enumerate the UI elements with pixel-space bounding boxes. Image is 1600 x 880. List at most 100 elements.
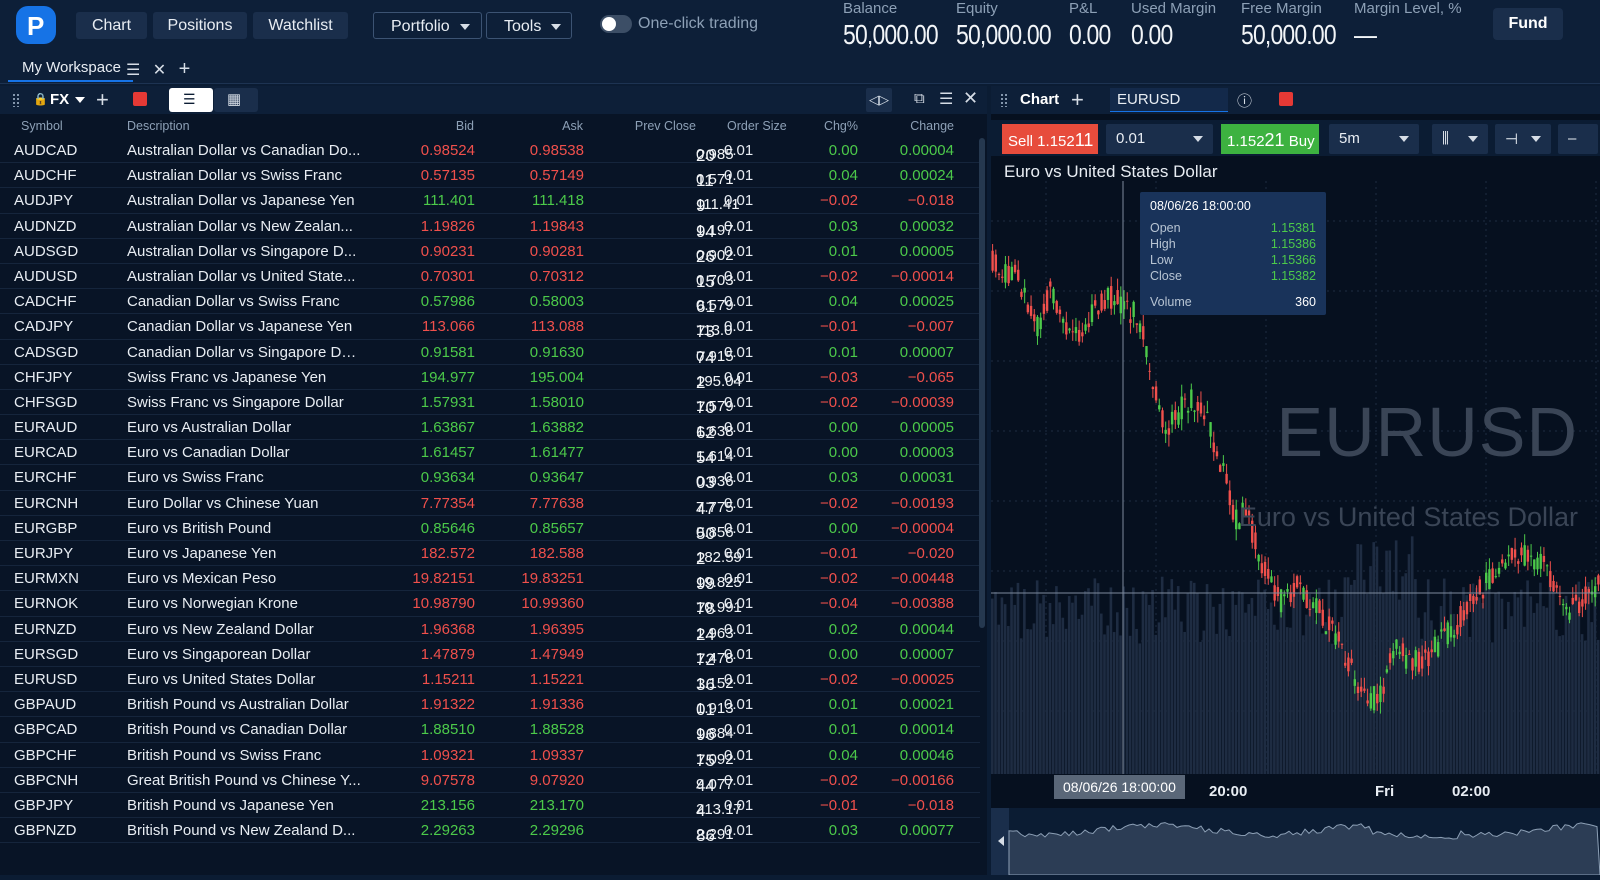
row-order-size[interactable]: 0.01 <box>724 621 753 638</box>
row-ask[interactable]: 9.07920 <box>530 772 584 789</box>
row-order-size[interactable]: 0.01 <box>724 671 753 688</box>
row-bid[interactable]: 0.90231 <box>421 243 475 260</box>
indicators-select[interactable]: ⊣ <box>1495 124 1551 154</box>
row-order-size[interactable]: 0.01 <box>724 344 753 361</box>
row-order-size[interactable]: 0.01 <box>724 394 753 411</box>
group-selector[interactable]: FX <box>50 91 86 108</box>
table-row[interactable]: GBPNZD British Pound vs New Zealand D... 2… <box>0 818 980 845</box>
info-icon[interactable]: ⓘ <box>1237 90 1252 111</box>
row-bid[interactable]: 1.61457 <box>421 444 475 461</box>
row-order-size[interactable]: 0.01 <box>724 192 753 209</box>
row-order-size[interactable]: 0.01 <box>724 167 753 184</box>
lock-icon[interactable]: 🔒 <box>33 92 48 106</box>
row-ask[interactable]: 213.170 <box>530 797 584 814</box>
row-bid[interactable]: 0.98524 <box>421 142 475 159</box>
row-bid[interactable]: 1.63867 <box>421 419 475 436</box>
row-ask[interactable]: 1.19843 <box>530 218 584 235</box>
row-ask[interactable]: 0.70312 <box>530 268 584 285</box>
col-ask[interactable]: Ask <box>562 119 583 133</box>
row-ask[interactable]: 182.588 <box>530 545 584 562</box>
nav-positions-button[interactable]: Positions <box>153 12 247 39</box>
table-row[interactable]: GBPAUD British Pound vs Australian Dollar… <box>0 692 980 719</box>
row-bid[interactable]: 1.15211 <box>422 671 475 688</box>
row-order-size[interactable]: 0.01 <box>724 595 753 612</box>
table-row[interactable]: EURCHF Euro vs Swiss Franc 0.93634 0.93647 0… <box>0 465 980 492</box>
row-bid[interactable]: 0.57135 <box>421 167 475 184</box>
table-row[interactable]: AUDCHF Australian Dollar vs Swiss Franc 0.… <box>0 163 980 190</box>
col-symbol[interactable]: Symbol <box>21 119 63 133</box>
row-ask[interactable]: 19.83251 <box>521 570 584 587</box>
workspace-tab[interactable]: My Workspace <box>8 56 133 82</box>
color-tag-icon[interactable] <box>133 92 147 106</box>
table-row[interactable]: CADJPY Canadian Dollar vs Japanese Yen 113… <box>0 314 980 341</box>
table-row[interactable]: EURAUD Euro vs Australian Dollar 1.63867 1.… <box>0 415 980 442</box>
resize-columns-icon[interactable]: ◁▷ <box>866 88 892 112</box>
col-change[interactable]: Change <box>910 119 954 133</box>
table-row[interactable]: EURNZD Euro vs New Zealand Dollar 1.96368 1… <box>0 617 980 644</box>
table-row[interactable]: EURSGD Euro vs Singaporean Dollar 1.47879 1… <box>0 642 980 669</box>
nav-chart-button[interactable]: Chart <box>76 12 147 39</box>
table-row[interactable]: AUDCAD Australian Dollar vs Canadian Do..… <box>0 138 980 165</box>
row-bid[interactable]: 7.77354 <box>421 495 475 512</box>
symbol-input[interactable]: EURUSD <box>1110 88 1228 112</box>
fund-button[interactable]: Fund <box>1493 8 1563 40</box>
row-order-size[interactable]: 0.01 <box>724 369 753 386</box>
row-order-size[interactable]: 0.01 <box>724 268 753 285</box>
row-bid[interactable]: 1.88510 <box>421 721 475 738</box>
row-bid[interactable]: 213.156 <box>421 797 475 814</box>
grid-view-button[interactable]: ▦ <box>214 88 258 112</box>
row-ask[interactable]: 1.61477 <box>530 444 584 461</box>
amount-select[interactable]: 0.01 <box>1106 124 1213 154</box>
panel-close-icon[interactable]: ✕ <box>963 88 978 109</box>
row-ask[interactable]: 0.90281 <box>530 243 584 260</box>
row-order-size[interactable]: 0.01 <box>724 142 753 159</box>
row-ask[interactable]: 0.58003 <box>530 293 584 310</box>
row-ask[interactable]: 0.93647 <box>530 469 584 486</box>
popout-icon[interactable]: ⧉ <box>914 90 925 107</box>
row-bid[interactable]: 0.57986 <box>421 293 475 310</box>
row-bid[interactable]: 1.47879 <box>421 646 475 663</box>
row-order-size[interactable]: 0.01 <box>724 797 753 814</box>
row-order-size[interactable]: 0.01 <box>724 469 753 486</box>
row-ask[interactable]: 113.088 <box>531 318 584 335</box>
row-bid[interactable]: 194.977 <box>421 369 475 386</box>
row-bid[interactable]: 1.19826 <box>421 218 475 235</box>
buy-button[interactable]: 1.15221 Buy <box>1221 124 1319 154</box>
row-ask[interactable]: 0.98538 <box>530 142 584 159</box>
tools-dropdown[interactable]: Tools <box>486 12 572 39</box>
color-tag-icon[interactable] <box>1279 92 1293 106</box>
row-bid[interactable]: 182.572 <box>421 545 475 562</box>
table-row[interactable]: EURJPY Euro vs Japanese Yen 182.572 182.588… <box>0 541 980 568</box>
row-order-size[interactable]: 0.01 <box>724 822 753 839</box>
row-bid[interactable]: 1.91322 <box>421 696 475 713</box>
row-bid[interactable]: 1.09321 <box>421 747 475 764</box>
row-bid[interactable]: 2.29263 <box>421 822 475 839</box>
table-row[interactable]: EURCNH Euro Dollar vs Chinese Yuan 7.77354… <box>0 491 980 518</box>
row-ask[interactable]: 1.09337 <box>530 747 584 764</box>
row-bid[interactable]: 1.96368 <box>421 621 475 638</box>
table-row[interactable]: AUDUSD Australian Dollar vs United State.… <box>0 264 980 291</box>
col-description[interactable]: Description <box>127 119 190 133</box>
row-bid[interactable]: 19.82151 <box>412 570 475 587</box>
timeframe-select[interactable]: 5m <box>1329 124 1419 154</box>
table-row[interactable]: EURNOK Euro vs Norwegian Krone 10.98790 10.… <box>0 591 980 618</box>
row-ask[interactable]: 1.63882 <box>530 419 584 436</box>
menu-icon[interactable]: ☰ <box>126 62 140 79</box>
add-symbol-icon[interactable]: + <box>96 87 109 113</box>
table-row[interactable]: CHFJPY Swiss Franc vs Japanese Yen 194.977… <box>0 365 980 392</box>
row-ask[interactable]: 1.96395 <box>530 621 584 638</box>
row-order-size[interactable]: 0.01 <box>724 495 753 512</box>
one-click-trading-toggle[interactable] <box>600 15 632 33</box>
more-tools-select[interactable]: – <box>1558 124 1598 154</box>
table-row[interactable]: EURUSD Euro vs United States Dollar 1.1521… <box>0 667 980 694</box>
table-row[interactable]: EURCAD Euro vs Canadian Dollar 1.61457 1.61… <box>0 440 980 467</box>
row-order-size[interactable]: 0.01 <box>724 772 753 789</box>
table-row[interactable]: GBPCHF British Pound vs Swiss Franc 1.0932… <box>0 743 980 770</box>
row-ask[interactable]: 2.29296 <box>530 822 584 839</box>
row-ask[interactable]: 0.91630 <box>530 344 584 361</box>
row-ask[interactable]: 0.85657 <box>530 520 584 537</box>
row-ask[interactable]: 10.99360 <box>521 595 584 612</box>
row-bid[interactable]: 1.57931 <box>421 394 475 411</box>
col-prev-close[interactable]: Prev Close <box>635 119 696 133</box>
drag-handle-icon[interactable] <box>1000 93 1008 107</box>
